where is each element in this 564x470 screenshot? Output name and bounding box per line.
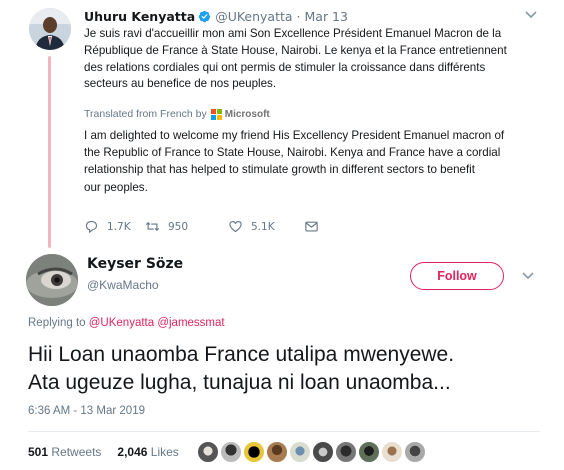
microsoft-logo [210, 108, 222, 120]
like-icon [229, 220, 242, 233]
retweets-label: Retweets [51, 445, 102, 459]
translation-attribution: Translated from French by Microsoft [84, 108, 270, 120]
thread-connector-line [48, 56, 51, 248]
translated-text: I am delighted to welcome my friend His … [84, 129, 505, 194]
direct-message-icon [305, 221, 318, 232]
liker-avatar[interactable] [312, 441, 334, 463]
direct-message-button[interactable] [304, 219, 327, 234]
like-total: 2,046 [117, 445, 148, 459]
likes-label: Likes [150, 445, 179, 459]
follow-button[interactable]: Follow [410, 262, 504, 290]
retweet-icon [145, 221, 160, 232]
liker-avatars [197, 441, 427, 463]
handle[interactable]: @KwaMacho [87, 278, 159, 292]
uhuru-kenyatta-avatar[interactable] [29, 8, 71, 50]
separator-dot: · [296, 9, 301, 24]
engagement-stats: 501 Retweets 2,046 Likes [28, 445, 179, 459]
likes-stat[interactable]: 2,046 Likes [117, 445, 178, 459]
liker-avatar[interactable] [266, 441, 288, 463]
replying-to-label: Replying to [28, 317, 86, 329]
keyser-soze-avatar[interactable] [26, 254, 78, 306]
retweet-total: 501 [28, 445, 49, 459]
translator-name: Microsoft [224, 108, 270, 120]
display-name[interactable]: Uhuru Kenyatta [84, 9, 195, 24]
like-count: 5.1K [251, 220, 275, 233]
replying-to-handles[interactable]: @UKenyatta @jamessmat [89, 317, 225, 329]
reply-icon [85, 220, 98, 234]
main-tweet-text: Hii Loan unaomba France utalipa mwenyewe… [28, 343, 455, 394]
parent-tweet-text: Je suis ravi d'accueillir mon ami Son Ex… [84, 27, 507, 91]
liker-avatar[interactable] [243, 441, 265, 463]
tweet-timestamp[interactable]: 6:36 AM - 13 Mar 2019 [28, 405, 145, 417]
liker-avatar[interactable] [404, 441, 426, 463]
liker-avatar[interactable] [335, 441, 357, 463]
reply-count: 1.7K [107, 220, 131, 233]
chevron-down-icon[interactable] [521, 271, 535, 281]
divider [28, 431, 540, 432]
retweets-stat[interactable]: 501 Retweets [28, 445, 101, 459]
display-name[interactable]: Keyser Söze [87, 256, 183, 272]
handle[interactable]: @UKenyatta [215, 9, 292, 24]
like-button[interactable]: 5.1K [228, 219, 275, 234]
chevron-down-icon[interactable] [524, 10, 538, 20]
liker-avatar[interactable] [197, 441, 219, 463]
verified-badge-icon [198, 10, 211, 23]
parent-tweet-header: Uhuru Kenyatta @UKenyatta · Mar 13 [84, 9, 348, 25]
reply-button[interactable]: 1.7K [84, 219, 131, 234]
liker-avatar[interactable] [381, 441, 403, 463]
retweet-button[interactable]: 950 [145, 219, 188, 234]
retweet-count: 950 [168, 220, 189, 233]
liker-avatar[interactable] [220, 441, 242, 463]
parent-tweet[interactable]: Uhuru Kenyatta @UKenyatta · Mar 13 Je sui… [0, 0, 564, 250]
tweet-date[interactable]: Mar 13 [305, 9, 348, 24]
replying-to-line: Replying to @UKenyatta @jamessmat [28, 317, 225, 329]
liker-avatar[interactable] [289, 441, 311, 463]
translated-from-label: Translated from French by [84, 108, 207, 120]
liker-avatar[interactable] [358, 441, 380, 463]
